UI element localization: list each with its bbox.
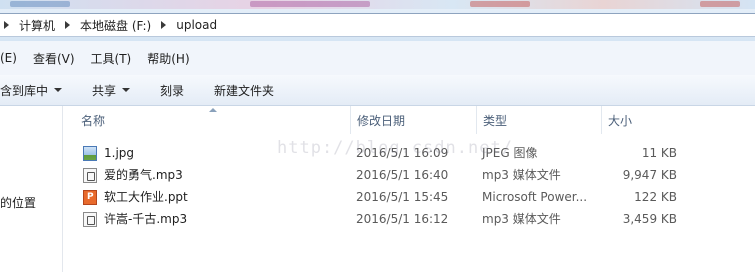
menu-tools[interactable]: 工具(T) <box>83 50 140 67</box>
address-bar-area: 计算机 本地磁盘 (F:) upload <box>0 9 755 41</box>
file-name: 软工大作业.ppt <box>104 190 188 204</box>
breadcrumb: 计算机 本地磁盘 (F:) upload <box>4 17 217 34</box>
file-size: 11 KB <box>641 146 677 160</box>
file-type: mp3 媒体文件 <box>482 168 561 182</box>
file-row[interactable]: 许嵩-千古.mp3 2016/5/1 16:12 mp3 媒体文件 3,459 … <box>63 208 755 230</box>
taskbar-strip <box>0 0 755 9</box>
taskbar-thumbnail <box>700 1 740 7</box>
nav-item-recent-places[interactable]: 的位置 <box>0 194 36 211</box>
file-date: 2016/5/1 16:09 <box>356 146 449 160</box>
include-in-library-label: 含到库中 <box>0 83 49 98</box>
file-date: 2016/5/1 16:40 <box>356 168 449 182</box>
column-header-name[interactable]: 名称 <box>75 106 350 134</box>
breadcrumb-upload[interactable]: upload <box>176 18 217 32</box>
chevron-right-icon[interactable] <box>161 21 167 29</box>
image-file-icon <box>83 146 97 161</box>
taskbar-thumbnail <box>250 1 370 7</box>
powerpoint-file-icon <box>83 190 97 205</box>
file-size: 9,947 KB <box>622 168 677 182</box>
menu-edit[interactable]: (E) <box>0 51 25 65</box>
file-row[interactable]: 1.jpg 2016/5/1 16:09 JPEG 图像 11 KB <box>63 142 755 164</box>
file-type: JPEG 图像 <box>482 146 538 160</box>
column-header-size[interactable]: 大小 <box>601 106 691 134</box>
taskbar-thumbnail <box>10 1 70 7</box>
file-size: 122 KB <box>634 190 677 204</box>
navigation-pane: 的位置 <box>0 106 63 272</box>
file-size: 3,459 KB <box>622 212 677 226</box>
column-header-date[interactable]: 修改日期 <box>350 106 476 134</box>
chevron-right-icon[interactable] <box>4 21 9 29</box>
address-bar[interactable]: 计算机 本地磁盘 (F:) upload <box>0 13 755 37</box>
burn-label: 刻录 <box>160 83 185 98</box>
breadcrumb-drive-f[interactable]: 本地磁盘 (F:) <box>80 17 151 34</box>
menu-view[interactable]: 查看(V) <box>25 50 83 67</box>
share-label: 共享 <box>92 83 117 98</box>
audio-file-icon <box>83 212 97 227</box>
new-folder-button[interactable]: 新建文件夹 <box>214 82 274 99</box>
audio-file-icon <box>83 168 97 183</box>
breadcrumb-computer[interactable]: 计算机 <box>19 17 55 34</box>
command-toolbar: 含到库中 共享 刻录 新建文件夹 <box>0 75 755 106</box>
new-folder-label: 新建文件夹 <box>214 83 275 98</box>
dropdown-arrow-icon <box>54 88 63 92</box>
menu-help[interactable]: 帮助(H) <box>139 50 197 67</box>
dropdown-arrow-icon <box>122 88 131 92</box>
file-date: 2016/5/1 16:12 <box>356 212 449 226</box>
file-name: 许嵩-千古.mp3 <box>104 212 188 226</box>
file-type: mp3 媒体文件 <box>482 212 561 226</box>
file-row[interactable]: 软工大作业.ppt 2016/5/1 15:45 Microsoft Power… <box>63 186 755 208</box>
menu-bar: (E) 查看(V) 工具(T) 帮助(H) <box>0 41 755 76</box>
file-date: 2016/5/1 15:45 <box>356 190 449 204</box>
column-header-row: 名称 修改日期 类型 大小 <box>63 106 755 134</box>
file-name: 1.jpg <box>104 146 135 160</box>
file-row[interactable]: 爱的勇气.mp3 2016/5/1 16:40 mp3 媒体文件 9,947 K… <box>63 164 755 186</box>
chevron-right-icon[interactable] <box>65 21 71 29</box>
column-header-type[interactable]: 类型 <box>476 106 601 134</box>
burn-button[interactable]: 刻录 <box>160 82 184 99</box>
include-in-library-button[interactable]: 含到库中 <box>0 82 63 99</box>
file-name: 爱的勇气.mp3 <box>104 168 183 182</box>
share-button[interactable]: 共享 <box>92 82 131 99</box>
taskbar-thumbnail <box>470 1 530 7</box>
file-list: 名称 修改日期 类型 大小 1.jpg 2016/5/1 16:09 JPEG … <box>63 106 755 272</box>
